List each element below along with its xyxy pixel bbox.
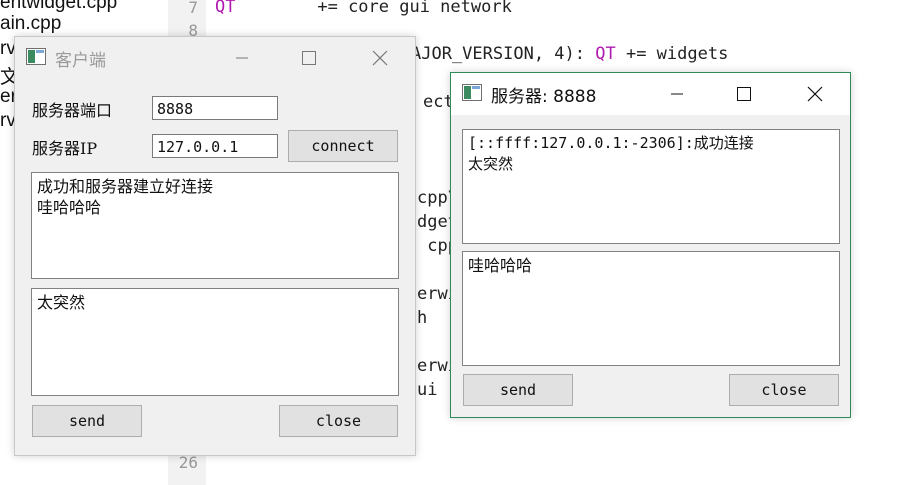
close-button[interactable]: close: [729, 374, 839, 406]
minimize-button[interactable]: [219, 37, 265, 79]
maximize-icon: [737, 87, 751, 101]
close-window-button[interactable]: [792, 73, 838, 115]
code-text: += core gui network: [235, 0, 512, 17]
send-button[interactable]: send: [32, 405, 142, 437]
minimize-icon: [671, 93, 683, 95]
code-line: AJOR_VERSION, 4): QT += widgets: [411, 44, 728, 64]
code-keyword: QT: [215, 0, 236, 17]
send-button[interactable]: send: [463, 374, 573, 406]
port-input[interactable]: 8888: [152, 96, 278, 120]
code-line: QT += core gui network: [215, 0, 512, 17]
server-titlebar[interactable]: 服务器: 8888: [451, 73, 850, 115]
server-window: 服务器: 8888 [::ffff:127.0.0.1:-2306]:成功连接 …: [450, 72, 851, 418]
code-fragment: h: [417, 308, 428, 328]
close-button[interactable]: close: [279, 405, 398, 437]
server-window-title: 服务器: 8888: [491, 87, 597, 107]
ip-input[interactable]: 127.0.0.1: [152, 134, 278, 158]
code-text: AJOR_VERSION, 4):: [411, 44, 596, 64]
maximize-icon: [302, 51, 316, 65]
maximize-button[interactable]: [286, 37, 332, 79]
client-history-box[interactable]: 成功和服务器建立好连接 哇哈哈哈: [31, 172, 399, 279]
client-window-title: 客户端: [55, 51, 106, 71]
line-number: 7: [188, 0, 198, 17]
code-text: += widgets: [615, 44, 729, 64]
qt-window-icon: [26, 48, 46, 65]
server-message-input[interactable]: 哇哈哈哈: [462, 251, 840, 366]
file-item[interactable]: entwidget.cpp: [0, 0, 117, 14]
qt-window-icon: [462, 84, 482, 101]
close-icon: [372, 50, 388, 66]
code-fragment: ui: [417, 380, 438, 400]
client-message-input[interactable]: 太突然: [31, 288, 399, 396]
client-titlebar[interactable]: 客户端: [15, 37, 415, 79]
minimize-icon: [236, 57, 248, 59]
close-window-button[interactable]: [357, 37, 403, 79]
connect-button[interactable]: connect: [288, 130, 398, 162]
file-item[interactable]: ain.cpp: [0, 13, 61, 35]
maximize-button[interactable]: [721, 73, 767, 115]
minimize-button[interactable]: [654, 73, 700, 115]
server-history-box[interactable]: [::ffff:127.0.0.1:-2306]:成功连接 太突然: [462, 129, 840, 244]
ip-label: 服务器IP: [32, 139, 98, 158]
client-window: 客户端 服务器端口 8888 服务器IP 127.0.0.1 connect 成…: [14, 36, 416, 456]
close-icon: [807, 86, 823, 102]
port-label: 服务器端口: [32, 101, 113, 120]
code-keyword: QT: [595, 44, 616, 64]
